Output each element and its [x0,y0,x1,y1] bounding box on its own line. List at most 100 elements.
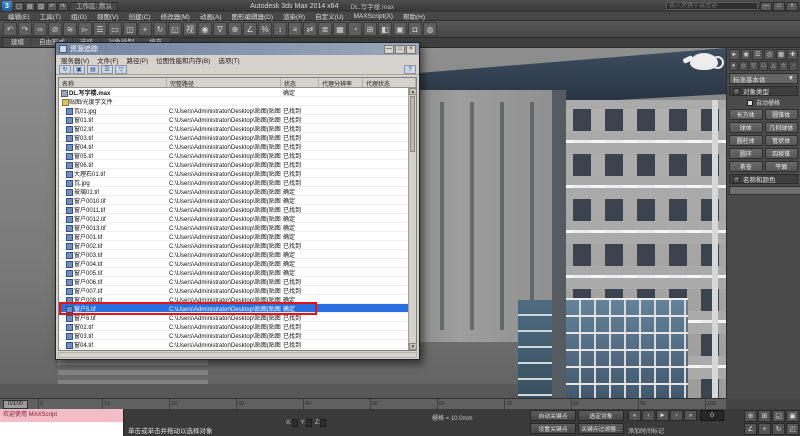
asset-row[interactable]: 窗户003.tif C:\Users\Administrator\Desktop… [59,250,408,259]
menu-item[interactable]: 组(G) [67,11,91,21]
asset-row[interactable]: 窗03.tif C:\Users\Administrator\Desktop\贴… [59,133,408,142]
panel-tab-icon[interactable]: ☰ [752,49,764,60]
toolbar-icon[interactable]: ◉ [198,22,212,36]
quick-access-icon[interactable]: ↶ [47,1,57,11]
dialog-toolbar-icon[interactable]: ▽ [115,64,127,74]
primitive-button[interactable]: 管状体 [764,135,798,146]
asset-row[interactable]: 窗03.tif C:\Users\Administrator\Desktop\贴… [59,331,408,340]
category-icon[interactable]: □ [759,61,768,71]
toolbar-icon[interactable]: % [258,22,272,36]
asset-row[interactable]: 窗02.tif C:\Users\Administrator\Desktop\贴… [59,322,408,331]
toolbar-icon[interactable]: ◘ [408,22,422,36]
toolbar-icon[interactable]: ≣ [318,22,332,36]
dialog-toolbar-icon[interactable]: ▣ [73,64,85,74]
asset-row[interactable]: 窗05.tif C:\Users\Administrator\Desktop\贴… [59,151,408,160]
primitive-button[interactable]: 圆锥体 [764,109,798,120]
asset-row[interactable]: 窗户002.tif C:\Users\Administrator\Desktop… [59,241,408,250]
quick-access-icon[interactable]: ▤ [25,1,35,11]
timeline[interactable]: 0/100 0 10 20 30 40 50 60 70 80 90 100 [0,398,726,409]
dialog-menu-item[interactable]: 选项(T) [218,55,239,65]
category-icon[interactable]: ◇ [739,61,748,71]
asset-row[interactable]: 窗户007.tif C:\Users\Administrator\Desktop… [59,286,408,295]
panel-tab-icon[interactable]: ◎ [764,49,775,60]
column-header[interactable]: 状态 [281,78,319,87]
asset-row[interactable]: 窗01.tif C:\Users\Administrator\Desktop\贴… [59,115,408,124]
dialog-titlebar[interactable]: 资源追踪 — □ × [56,43,419,55]
viewport-nav-icon[interactable]: ⊕ [744,410,757,422]
scrollbar-thumb[interactable] [410,96,415,152]
window-button[interactable]: — [760,1,772,11]
panel-tab-icon[interactable]: ► [729,49,740,60]
asset-row[interactable]: 贴图/光度学文件 [59,97,408,106]
toolbar-icon[interactable]: ⊞ [363,22,377,36]
viewport-nav-icon[interactable]: ∠ [744,423,757,435]
category-icon[interactable]: ☆ [779,61,788,71]
asset-row[interactable]: 窗06.tif C:\Users\Administrator\Desktop\贴… [59,160,408,169]
dialog-menu-item[interactable]: 路径(P) [126,55,148,65]
toolbar-icon[interactable]: ⊕ [228,22,242,36]
toolbar-icon[interactable]: ∞ [33,22,47,36]
toolbar-icon[interactable]: ≋ [63,22,77,36]
workspace-dropdown[interactable]: 工作区: 默认 [70,1,119,11]
asset-row[interactable]: 窗04.tif C:\Users\Administrator\Desktop\贴… [59,142,408,151]
toolbar-icon[interactable]: ↶ [3,22,17,36]
playback-icon[interactable]: « [628,410,641,421]
time-slider[interactable]: 0/100 [3,399,29,409]
toolbar-icon[interactable]: 视 [183,22,197,36]
asset-row[interactable]: 窗户0013.tif C:\Users\Administrator\Deskto… [59,223,408,232]
asset-row[interactable]: 瓦01.jpg C:\Users\Administrator\Desktop\贴… [59,106,408,115]
viewport-nav-icon[interactable]: ↻ [772,423,785,435]
primitive-button[interactable]: 四棱锥 [764,148,798,159]
playback-icon[interactable]: ‹ [642,410,655,421]
menu-item[interactable]: 视图(V) [93,11,123,21]
toolbar-icon[interactable]: ∇ [213,22,227,36]
toolbar-icon[interactable]: ▭ [108,22,122,36]
menu-item[interactable]: 编辑(E) [4,11,34,21]
menu-item[interactable]: 图形编辑器(D) [228,11,278,21]
selection-set-dropdown[interactable]: 选定对象 [578,410,624,421]
key-filters-button[interactable]: 关键点过滤器... [578,423,624,434]
asset-row[interactable]: 窗02.tif C:\Users\Administrator\Desktop\贴… [59,124,408,133]
asset-row[interactable]: 玻璃01.tif C:\Users\Administrator\Desktop\… [59,187,408,196]
time-tag-label[interactable]: 添加时间标记 [628,426,664,435]
primitive-button[interactable]: 茶壶 [729,161,763,172]
category-icon[interactable]: ● [729,61,738,71]
toolbar-icon[interactable]: ◧ [378,22,392,36]
primitive-button[interactable]: 长方体 [729,109,763,120]
object-name-input[interactable] [729,186,800,195]
asset-row[interactable]: DL.写字楼.max 确定 [59,88,408,97]
dialog-menu-item[interactable]: 文件(F) [97,55,118,65]
menu-item[interactable]: 自定义(U) [311,11,348,21]
table-scrollbar[interactable]: ▲ ▼ [408,88,417,350]
viewport-nav-icon[interactable]: ◰ [786,423,799,435]
asset-row[interactable]: 窗户008.tif C:\Users\Administrator\Desktop… [59,295,408,304]
menu-item[interactable]: 渲染(R) [279,11,309,21]
quick-access-icon[interactable]: ▥ [36,1,46,11]
playback-icon[interactable]: › [670,410,683,421]
dialog-minimize-button[interactable]: — [384,44,394,54]
viewport-nav-icon[interactable]: + [758,423,771,435]
column-header[interactable]: 名称 [59,78,167,87]
asset-row[interactable]: 窗户0011.tif C:\Users\Administrator\Deskto… [59,205,408,214]
toolbar-icon[interactable]: + [138,22,152,36]
playback-icon[interactable]: » [684,410,697,421]
column-header[interactable]: 代理状态 [363,78,416,87]
primitive-button[interactable]: 圆环 [729,148,763,159]
primitive-button[interactable]: 球体 [729,122,763,133]
dialog-toolbar-icon[interactable]: ▤ [87,64,99,74]
primitive-button[interactable]: 平面 [764,161,798,172]
toolbar-icon[interactable]: ⊘ [48,22,62,36]
dialog-menu-item[interactable]: 位图性能和内存(B) [156,55,210,65]
dialog-menu-item[interactable]: 服务器(V) [61,55,89,65]
object-type-rollout-header[interactable]: − 对象类型 [729,86,798,96]
toolbar-icon[interactable]: ◫ [123,22,137,36]
primitive-button[interactable]: 圆柱体 [729,135,763,146]
asset-row[interactable]: 窗户004.tif C:\Users\Administrator\Desktop… [59,259,408,268]
toolbar-icon[interactable]: ▣ [393,22,407,36]
dialog-close-button[interactable]: × [406,44,416,54]
toolbar-icon[interactable]: ∠ [243,22,257,36]
auto-key-button[interactable]: 自动关键点 [530,410,576,421]
viewport-nav-icon[interactable]: ⊞ [758,410,771,422]
asset-row[interactable]: 瓦.jpg C:\Users\Administrator\Desktop\贴图(… [59,178,408,187]
category-icon[interactable]: ◦ [789,61,798,71]
